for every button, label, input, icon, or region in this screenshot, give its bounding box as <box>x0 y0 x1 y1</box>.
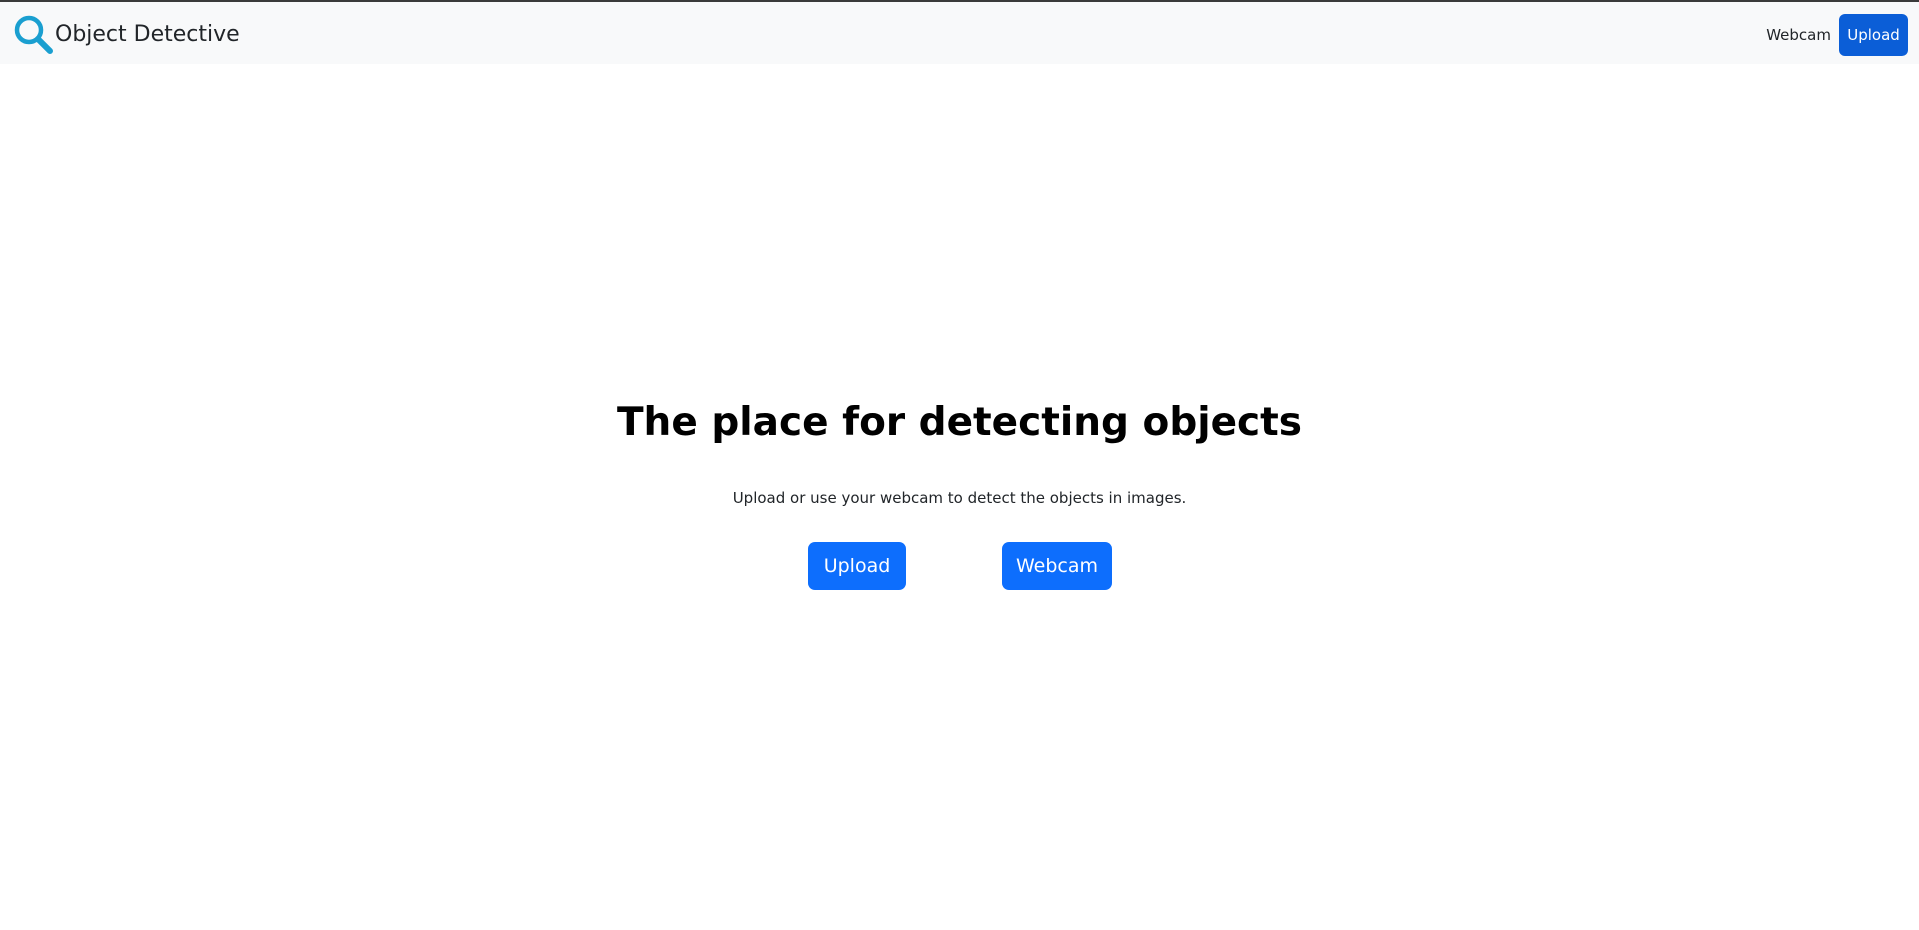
nav-actions: Webcam Upload <box>1766 14 1908 56</box>
navbar: Object Detective Webcam Upload <box>0 2 1919 64</box>
hero-title: The place for detecting objects <box>616 400 1303 445</box>
magnifying-glass-icon <box>12 13 54 55</box>
nav-webcam-link[interactable]: Webcam <box>1766 26 1831 44</box>
hero-section: The place for detecting objects Upload o… <box>0 400 1919 507</box>
brand-link[interactable]: Object Detective <box>12 12 240 56</box>
nav-upload-button[interactable]: Upload <box>1839 14 1908 56</box>
brand-text: Object Detective <box>55 21 240 47</box>
cta-buttons: Upload Webcam <box>0 542 1919 590</box>
webcam-button[interactable]: Webcam <box>1002 542 1112 590</box>
hero-subtitle: Upload or use your webcam to detect the … <box>732 489 1187 507</box>
upload-button[interactable]: Upload <box>808 542 906 590</box>
